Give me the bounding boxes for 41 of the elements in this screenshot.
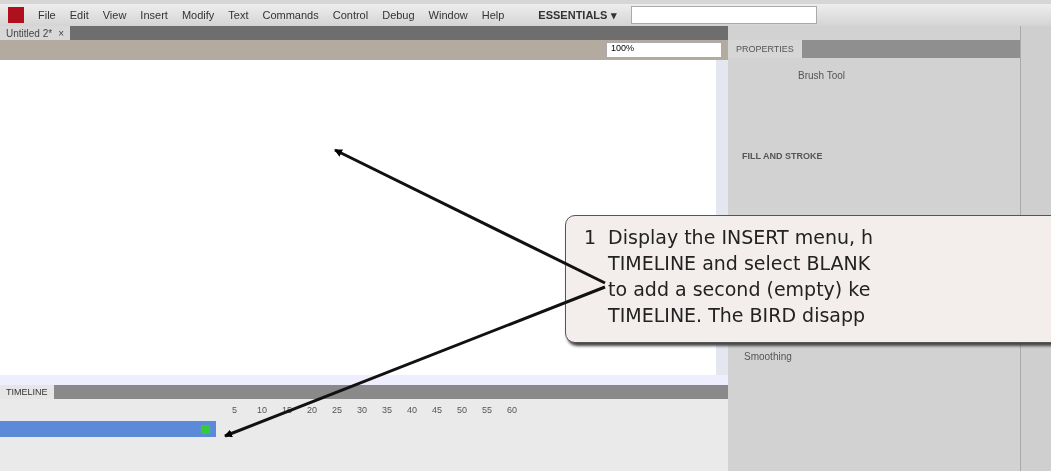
section-header[interactable]: FILL AND STROKE bbox=[742, 151, 823, 161]
menu-item[interactable]: Commands bbox=[262, 9, 319, 21]
menu-item[interactable]: Debug bbox=[382, 9, 415, 21]
frame-number: 5 bbox=[232, 405, 238, 415]
layer-row[interactable] bbox=[0, 421, 216, 437]
zoom-field[interactable]: 100% bbox=[606, 42, 722, 58]
frame-number: 30 bbox=[357, 405, 368, 415]
smoothing-label: Smoothing bbox=[744, 351, 792, 362]
properties-tab[interactable]: PROPERTIES bbox=[728, 40, 802, 58]
frame-number: 25 bbox=[332, 405, 343, 415]
menu-item[interactable]: Modify bbox=[181, 9, 215, 21]
frame-number: 10 bbox=[257, 405, 268, 415]
workspace-switcher[interactable]: ESSENTIALS ▾ bbox=[538, 8, 617, 22]
instruction-line: TIMELINE. The BIRD disapp bbox=[608, 304, 867, 326]
step-number: 1 bbox=[584, 226, 597, 250]
frame-number: 55 bbox=[482, 405, 493, 415]
frame-number: 40 bbox=[407, 405, 418, 415]
menu-item[interactable]: Edit bbox=[69, 9, 89, 21]
menu-item[interactable]: View bbox=[102, 9, 127, 21]
menu-item[interactable]: Help bbox=[481, 9, 505, 21]
horizontal-scrollbar[interactable] bbox=[0, 375, 728, 385]
instruction-line: TIMELINE and select BLANK bbox=[608, 252, 872, 274]
frame-number: 35 bbox=[382, 405, 393, 415]
menu-item[interactable]: Insert bbox=[140, 9, 168, 21]
document-tab[interactable]: Untitled 2* × bbox=[0, 26, 70, 40]
menu-item[interactable]: Window bbox=[428, 9, 468, 21]
menu-item[interactable]: File bbox=[38, 9, 56, 21]
instruction-line: to add a second (empty) ke bbox=[608, 278, 872, 300]
outline-color-icon bbox=[201, 424, 210, 434]
menu-item[interactable]: Text bbox=[228, 9, 249, 21]
app-logo-icon bbox=[8, 7, 24, 23]
tool-name: Brush Tool bbox=[798, 70, 846, 81]
frame-number: 60 bbox=[507, 405, 518, 415]
instruction-line: Display the INSERT menu, h bbox=[608, 226, 874, 248]
timeline-tab[interactable]: TIMELINE bbox=[0, 385, 54, 399]
frame-number: 50 bbox=[457, 405, 468, 415]
search-field[interactable] bbox=[630, 6, 817, 24]
close-icon[interactable]: × bbox=[58, 27, 64, 39]
menu-item[interactable]: Control bbox=[332, 9, 369, 21]
frame-number: 45 bbox=[432, 405, 443, 415]
frame-number: 20 bbox=[307, 405, 318, 415]
